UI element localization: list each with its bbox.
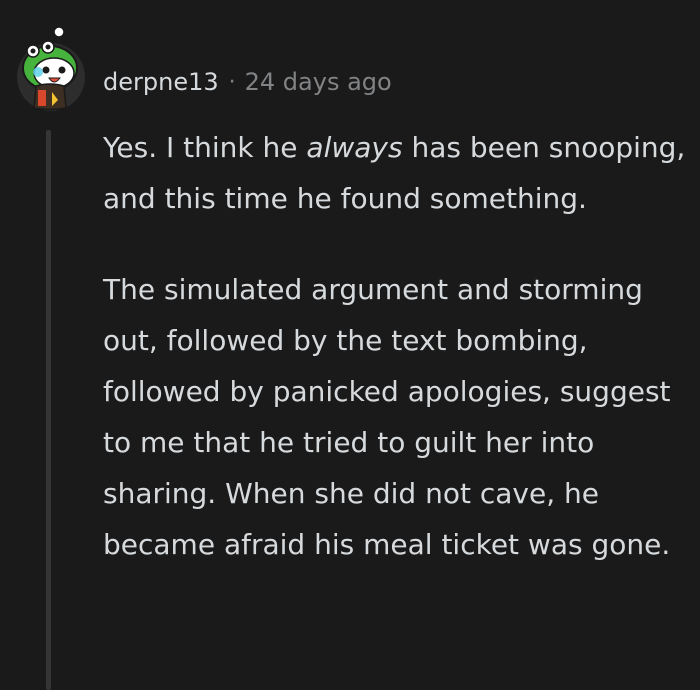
thread-line[interactable]	[46, 130, 51, 690]
timestamp[interactable]: 24 days ago	[245, 68, 392, 96]
username[interactable]: derpne13	[103, 68, 219, 96]
comment-paragraph: The simulated argument and storming out,…	[103, 273, 671, 561]
snoo-avatar-icon	[17, 26, 85, 111]
paragraph-text: Yes. I think he	[103, 131, 307, 164]
emphasis-text: always	[306, 131, 403, 164]
meta-separator: ·	[228, 69, 236, 95]
comment-body: Yes. I think he always has been snooping…	[103, 122, 688, 570]
avatar[interactable]	[16, 20, 86, 112]
comment-paragraph: Yes. I think he always has been snooping…	[103, 122, 688, 224]
comment: derpne13 · 24 days ago Yes. I think he a…	[0, 0, 700, 690]
comment-meta: derpne13 · 24 days ago	[103, 64, 392, 100]
